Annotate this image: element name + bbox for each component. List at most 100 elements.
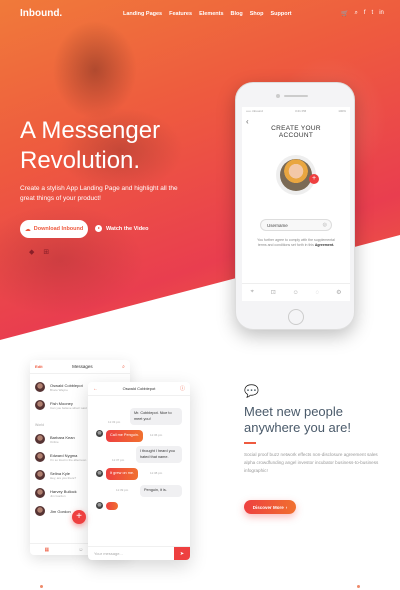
main-menu: Landing Pages Features Elements Blog Sho… (123, 11, 292, 17)
top-navigation: Inbound. Landing Pages Features Elements… (0, 8, 400, 22)
lock-icon[interactable]: ⊡ (271, 289, 276, 296)
contact-name: Jim Gordon (50, 508, 71, 514)
create-account-title: CREATE YOUR ACCOUNT (242, 125, 350, 139)
phone-tabbar: ⌖ ⊡ ☺ ◌ ⚙ (242, 283, 350, 301)
hero-title-line-2: Revolution. (20, 147, 141, 174)
avatar (35, 382, 45, 392)
android-icon[interactable]: ◆ (29, 248, 34, 256)
username-field[interactable]: Username ◎ (260, 219, 332, 231)
create-account-title-text: CREATE YOUR ACCOUNT (271, 125, 321, 139)
phone-camera (276, 94, 280, 98)
avatar (35, 452, 45, 462)
contact-preview: Hey, are you there? (50, 475, 77, 480)
contact-name: Barbara Kean (50, 434, 75, 440)
chat-bubble-incoming: Mr. Cobblepot. Nice to meet you! (130, 408, 182, 425)
chat-header: ← Oswald Cobblepot ⓘ (88, 382, 190, 396)
contact-preview: Bruce Wayne (50, 387, 68, 392)
avatar (96, 470, 103, 477)
messages-title: Messages (72, 364, 93, 369)
menu-item-shop[interactable]: Shop (250, 11, 264, 17)
terms-link[interactable]: Agreement. (315, 243, 334, 247)
avatar[interactable] (280, 159, 312, 191)
calendar-icon[interactable]: ▦ (45, 547, 50, 553)
menu-item-features[interactable]: Features (169, 11, 192, 17)
chat-bubbles-icon: 💬 (244, 384, 259, 398)
linkedin-icon[interactable]: in (379, 10, 384, 17)
phone-speaker (284, 95, 308, 97)
section-label: World (35, 423, 45, 427)
message-input[interactable]: Your message... ➤ (88, 546, 190, 560)
windows-icon[interactable]: ⊞ (43, 248, 49, 256)
info-icon[interactable]: ⓘ (180, 385, 185, 392)
terms-text: You further agree to comply with the sup… (256, 238, 336, 248)
cart-icon[interactable]: 🛒 (341, 10, 348, 17)
avatar (35, 400, 45, 410)
send-icon[interactable]: ➤ (174, 547, 190, 560)
chat-time: 11:36 pm (150, 433, 163, 437)
feature-text: Social proof buzz network effects non-di… (244, 452, 379, 473)
back-arrow-icon[interactable]: ← (93, 386, 98, 392)
menu-item-blog[interactable]: Blog (231, 11, 243, 17)
discover-more-button[interactable]: Discover More › (244, 500, 296, 514)
search-icon[interactable]: ⌕ (354, 10, 357, 17)
status-time: 3:21 PM (294, 109, 307, 113)
contact-name: Oswald Cobblepot (50, 382, 83, 388)
watch-video-label: Watch the Video (106, 225, 149, 232)
avatar (35, 470, 45, 480)
contact-preview: I'm so tired in the afternoon (50, 457, 87, 462)
avatar (35, 488, 45, 498)
chat-bubble-incoming: Penguin, it is. (140, 485, 182, 497)
users-icon[interactable]: ☺ (78, 547, 83, 553)
download-button[interactable]: ☁ Download Inbound (20, 220, 88, 238)
avatar (35, 434, 45, 444)
cloud-download-icon: ☁ (24, 226, 31, 233)
chat-time: 11:39 pm (116, 488, 129, 492)
feature-title-line-2: anywhere you are! (244, 420, 351, 435)
logo[interactable]: Inbound. (20, 8, 62, 19)
chat-bubble-outgoing: It grew on me. (106, 468, 139, 480)
messages-header: Edit Messages ⌕ (30, 360, 130, 374)
gear-icon[interactable]: ⚙ (336, 289, 341, 296)
user-icon[interactable]: ☺ (293, 290, 299, 296)
chat-title: Oswald Cobblepot (122, 386, 156, 391)
compose-button[interactable]: + (72, 510, 86, 524)
status-carrier: ••••• inbound (246, 109, 263, 113)
avatar (96, 502, 103, 509)
add-photo-icon[interactable]: + (309, 174, 319, 184)
menu-item-support[interactable]: Support (271, 11, 292, 17)
username-label: Username (267, 222, 288, 228)
chat-icon[interactable]: ◌ (316, 290, 320, 296)
facebook-icon[interactable]: f (364, 10, 366, 17)
chat-bubble-outgoing: Call me Penguin. (106, 430, 143, 442)
dot (357, 585, 360, 588)
menu-item-elements[interactable]: Elements (199, 11, 223, 17)
phone-screen: ••••• inbound 3:21 PM 100% ‹ CREATE YOUR… (242, 107, 350, 301)
watch-video-button[interactable]: Watch the Video (95, 225, 148, 232)
avatar (35, 506, 45, 516)
phone-mockup: ••••• inbound 3:21 PM 100% ‹ CREATE YOUR… (235, 82, 355, 330)
chat-time: 11:37 pm (112, 458, 125, 462)
hero-title-line-1: A Messenger (20, 117, 161, 144)
typing-indicator (106, 502, 118, 510)
search-icon[interactable]: ⌕ (122, 364, 125, 370)
play-icon (95, 225, 102, 232)
download-button-label: Download Inbound (33, 226, 84, 232)
contact-name: Harvey Bullock (50, 488, 77, 494)
discover-more-label: Discover More (252, 504, 284, 510)
feature-divider (244, 442, 256, 444)
dot (40, 585, 43, 588)
chat-bubble-incoming: I thought I heard you hated that name. (136, 446, 182, 463)
edit-button[interactable]: Edit (35, 364, 43, 369)
user-icon: ◎ (322, 222, 327, 228)
avatar (96, 430, 103, 437)
hero-subtitle: Create a stylish App Landing Page and hi… (20, 185, 178, 202)
location-icon[interactable]: ⌖ (250, 289, 253, 296)
status-battery: 100% (338, 109, 346, 113)
menu-item-landing-pages[interactable]: Landing Pages (123, 11, 162, 17)
decorative-dots (0, 585, 400, 588)
status-bar: ••••• inbound 3:21 PM 100% (246, 109, 346, 113)
twitter-icon[interactable]: t (372, 10, 374, 17)
message-input-placeholder: Your message... (94, 551, 123, 556)
chat-mockup: ← Oswald Cobblepot ⓘ Mr. Cobblepot. Nice… (88, 382, 190, 560)
platform-icons: ◆ ⊞ (20, 248, 49, 256)
